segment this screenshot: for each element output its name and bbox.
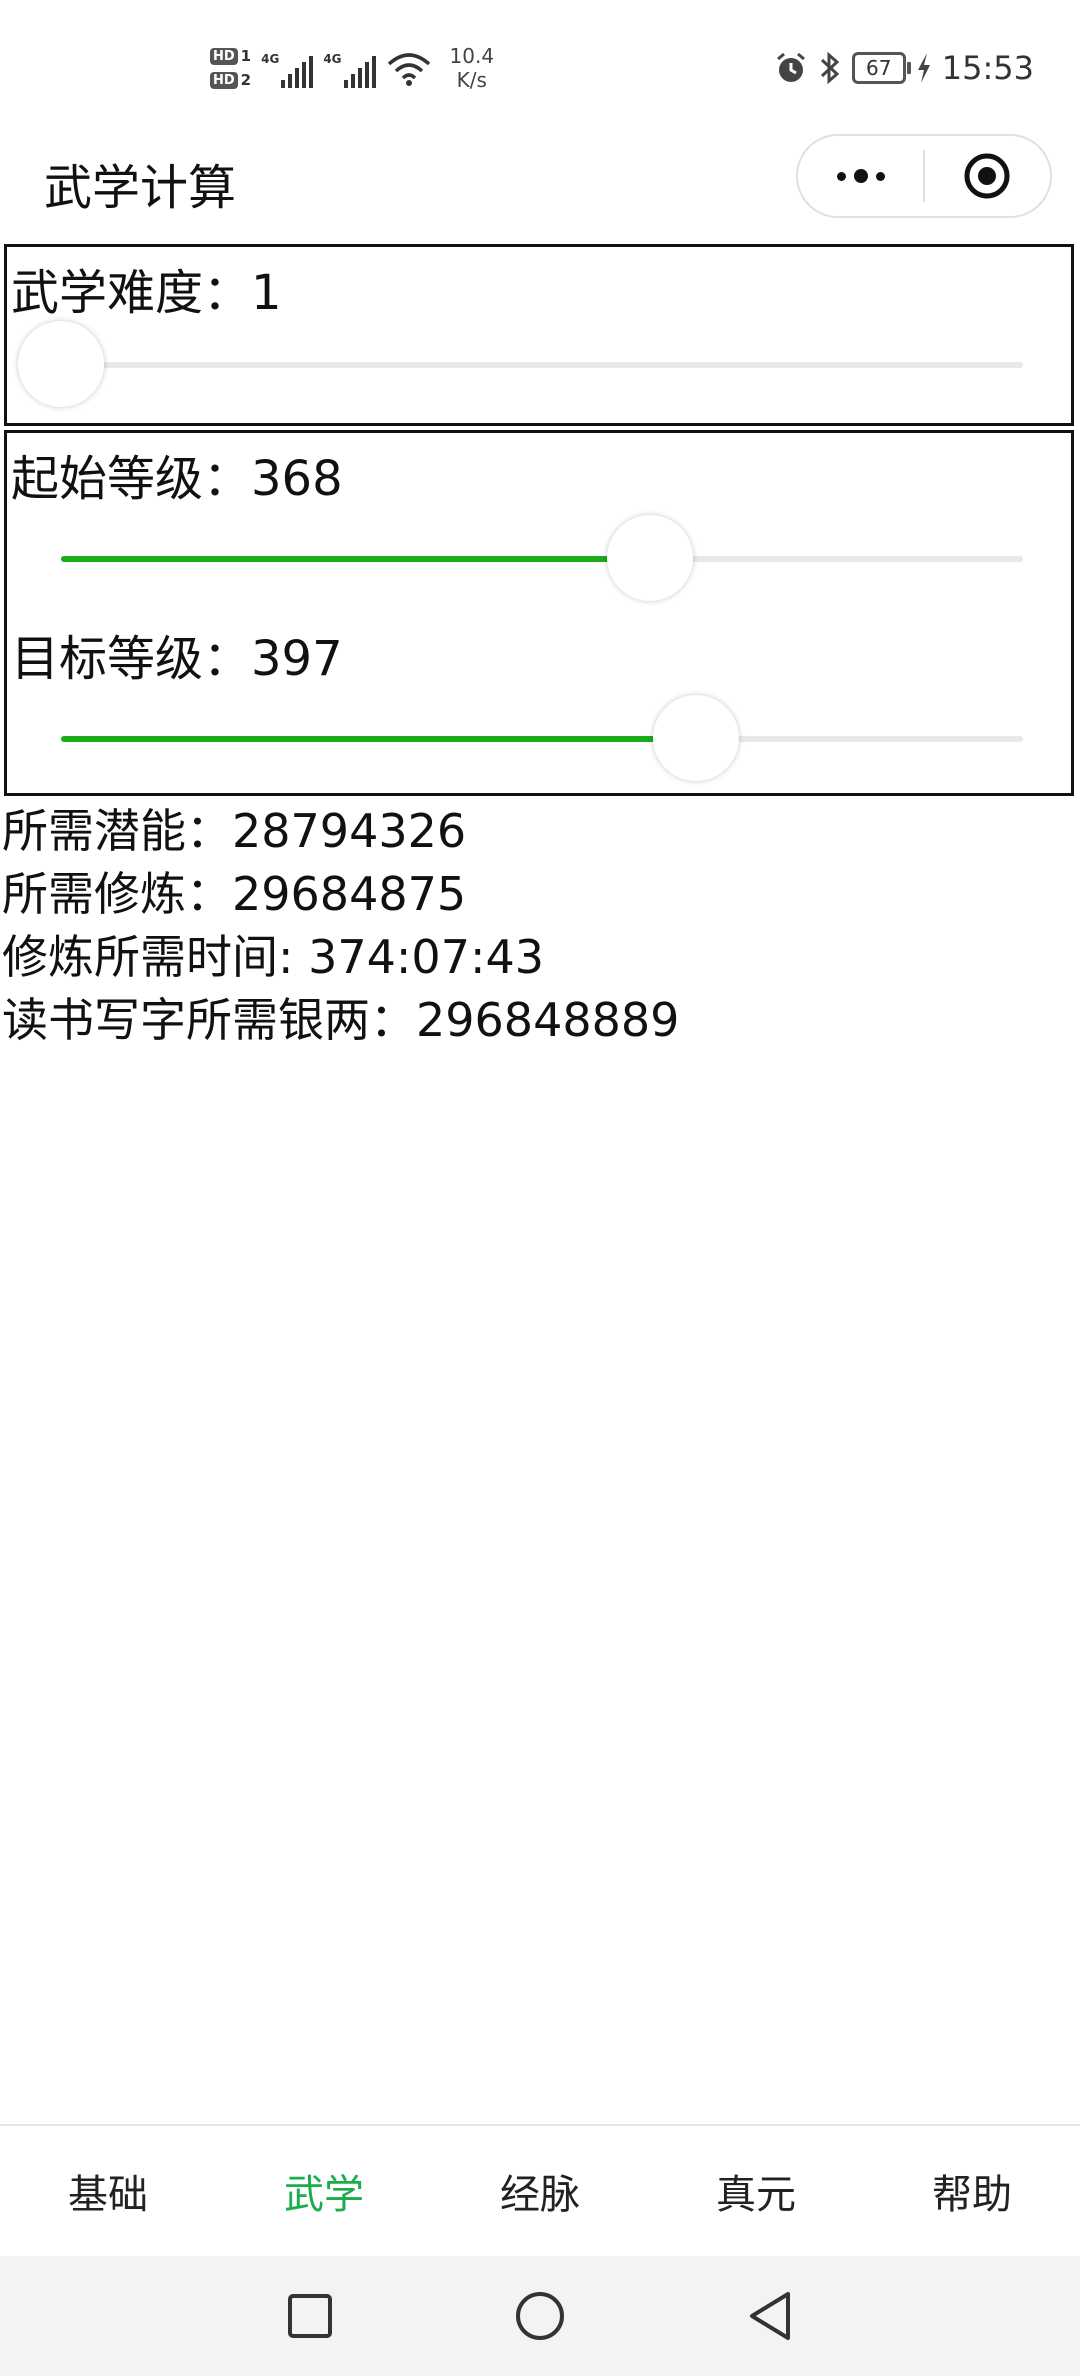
required-potential: 所需潜能：28794326 [2,800,679,863]
target-level-row: 目标等级：397 [11,619,343,689]
square-icon [288,2294,332,2338]
required-silver-label: 读书写字所需银两： [2,993,416,1047]
page-title: 武学计算 [44,160,237,216]
charging-icon [917,53,930,83]
network-speed: 10.4 K/s [450,44,495,92]
level-panel: 起始等级：368 目标等级：397 [4,430,1074,796]
slider-fill [61,556,650,562]
cultivation-time: 修炼所需时间: 374:07:43 [2,926,679,989]
sim-index: 2 [240,71,252,89]
home-button[interactable] [508,2284,572,2348]
screen: HD 1 HD 2 4G 4G 10.4 K/s 67 15:53 武学计算 武… [0,0,1080,2376]
start-level-value: 368 [251,451,343,507]
required-cultivation: 所需修炼：29684875 [2,863,679,926]
more-dot-icon [853,169,868,183]
signal-bars [281,56,314,88]
results-section: 所需潜能：28794326 所需修炼：29684875 修炼所需时间: 374:… [2,800,679,1052]
target-level-slider[interactable] [61,689,1023,789]
tab-bar: 基础 武学 经脉 真元 帮助 [0,2124,1080,2256]
tab-help[interactable]: 帮助 [864,2126,1080,2256]
tab-basic[interactable]: 基础 [0,2126,216,2256]
signal-icon: 4G [323,48,376,88]
difficulty-row: 武学难度：1 [11,253,282,323]
slider-fill [61,736,696,742]
wifi-icon [387,53,430,86]
difficulty-label: 武学难度： [11,265,252,321]
alarm-icon [776,52,805,82]
required-potential-value: 28794326 [232,804,467,858]
hd-label: HD [210,71,238,89]
status-right: 67 15:53 [774,44,1034,92]
required-cultivation-value: 29684875 [232,867,467,921]
nav-bar: 武学计算 [0,130,1080,226]
target-level-label: 目标等级： [11,631,252,687]
sim1-badge: HD 1 [210,47,251,65]
battery-level: 67 [866,56,892,80]
signal-bars [343,56,376,88]
difficulty-value: 1 [251,265,282,321]
more-dot-icon [836,171,846,181]
signal-icon: 4G [261,48,314,88]
cultivation-time-value: 374:07:43 [308,930,544,984]
speed-unit: K/s [456,68,487,92]
sim-index: 1 [240,47,252,65]
recent-apps-button[interactable] [278,2284,342,2348]
cultivation-time-label: 修炼所需时间: [2,930,309,984]
back-button[interactable] [738,2284,802,2348]
status-time: 15:53 [941,49,1034,87]
tab-martial[interactable]: 武学 [216,2126,432,2256]
sim2-badge: HD 2 [210,71,251,89]
battery-icon: 67 [851,52,911,84]
miniprogram-capsule [796,134,1052,218]
difficulty-panel: 武学难度：1 [4,244,1074,426]
circle-icon [516,2292,564,2340]
hd-label: HD [210,47,238,65]
slider-thumb[interactable] [652,695,739,781]
required-silver: 读书写字所需银两：296848889 [2,989,679,1052]
required-cultivation-label: 所需修炼： [2,867,232,921]
slider-thumb[interactable] [606,515,693,601]
status-bar: HD 1 HD 2 4G 4G 10.4 K/s 67 15:53 [0,0,1080,130]
start-level-label: 起始等级： [11,451,252,507]
network-type: 4G [323,52,342,66]
difficulty-slider[interactable] [18,315,1023,415]
network-type: 4G [261,52,280,66]
target-icon [964,153,1010,199]
more-button[interactable] [798,169,923,183]
speed-value: 10.4 [449,44,495,68]
more-dot-icon [875,171,885,181]
start-level-slider[interactable] [61,509,1023,609]
system-nav-bar [0,2256,1080,2376]
start-level-row: 起始等级：368 [11,439,343,509]
close-miniprogram-button[interactable] [925,151,1050,201]
sim-badges: HD 1 HD 2 [210,47,251,89]
required-potential-label: 所需潜能： [2,804,232,858]
slider-thumb[interactable] [18,321,104,407]
target-level-value: 397 [251,631,343,687]
status-left: HD 1 HD 2 4G 4G 10.4 K/s [210,38,494,98]
slider-track [61,362,1023,368]
tab-meridian[interactable]: 经脉 [432,2126,648,2256]
required-silver-value: 296848889 [416,993,680,1047]
triangle-back-icon [750,2292,790,2340]
tab-true-essence[interactable]: 真元 [648,2126,864,2256]
bluetooth-icon [820,51,840,85]
